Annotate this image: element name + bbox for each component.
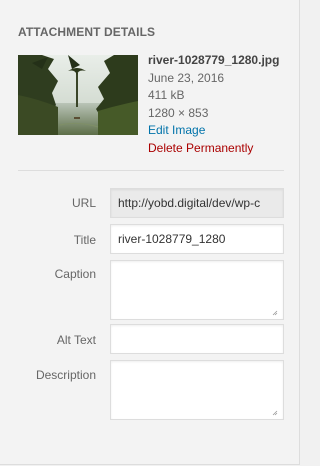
title-field[interactable] [110,224,284,254]
title-label: Title [73,233,96,247]
url-label: URL [71,196,96,210]
file-metadata: river-1028779_1280.jpg June 23, 2016 411… [148,52,279,158]
alt-text-field[interactable] [110,324,284,354]
edit-image-link[interactable]: Edit Image [148,122,279,140]
image-dimensions: 1280 × 853 [148,105,209,120]
panel-heading: ATTACHMENT DETAILS [18,25,156,39]
url-field[interactable] [110,188,284,218]
file-name: river-1028779_1280.jpg [148,53,280,67]
attachment-thumbnail[interactable] [18,55,138,135]
caption-label: Caption [54,267,96,281]
upload-date: June 23, 2016 [148,70,225,85]
alt-text-label: Alt Text [56,333,96,347]
caption-field[interactable] [110,260,284,320]
divider [18,170,284,171]
description-label: Description [35,368,96,382]
attachment-details-panel: ATTACHMENT DETAILS river-1028779_1280.jp… [0,0,300,465]
description-field[interactable] [110,360,284,420]
delete-permanently-link[interactable]: Delete Permanently [148,140,279,158]
river-photo-image [18,55,138,135]
file-size: 411 kB [148,88,185,103]
